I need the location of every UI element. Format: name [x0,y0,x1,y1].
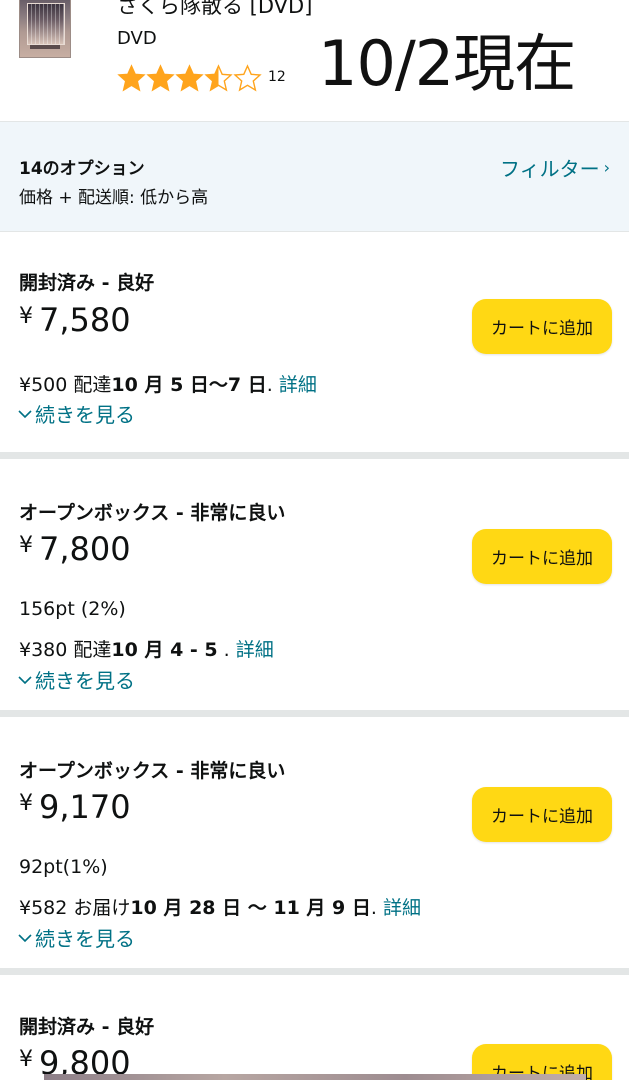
delivery-date: 10 月 28 日 〜 11 月 9 日 [130,897,371,919]
overlay-date-annotation: 10/2現在 [318,27,576,100]
see-more-label: 続きを見る [35,927,135,951]
chevron-down-icon [18,409,32,418]
delivery-info: ¥380 配達10 月 4 - 5 . 詳細 [19,635,274,662]
rating-count[interactable]: 12 [268,69,286,85]
star-full-icon [117,64,146,92]
bottom-image-strip [44,1074,586,1080]
offer-card: オープンボックス - 非常に良い ¥9,170 カートに追加 92pt(1%) … [0,717,629,975]
offer-card: 開封済み - 良好 ¥7,580 カートに追加 ¥500 配達10 月 5 日〜… [0,232,629,459]
see-more-label: 続きを見る [35,403,135,427]
currency-symbol: ¥ [19,304,33,329]
chevron-down-icon [18,675,32,684]
offer-condition: オープンボックス - 非常に良い [19,760,286,782]
delivery-fee: ¥500 配達 [19,374,112,396]
offer-condition: 開封済み - 良好 [19,272,155,294]
star-half-icon [204,64,233,92]
offer-card: 開封済み - 良好 ¥9,800 カートに追加 [0,975,629,1080]
star-empty-icon [233,64,262,92]
product-thumbnail[interactable] [19,0,71,58]
product-format: DVD [117,28,157,49]
offer-listing-page: さくら隊散る [DVD] DVD 12 10/2現在 14のオプション 価格 +… [0,0,629,1080]
currency-symbol: ¥ [19,533,33,558]
star-full-icon [146,64,175,92]
sort-order-label: 価格 + 配送順: 低から高 [19,188,209,208]
offer-price: ¥7,800 [19,530,131,568]
delivery-date: 10 月 4 - 5 [111,639,218,661]
delivery-info: ¥500 配達10 月 5 日〜7 日. 詳細 [19,370,317,397]
price-value: 7,580 [39,301,131,339]
options-bar: 14のオプション 価格 + 配送順: 低から高 フィルター › [0,122,629,232]
offer-condition: 開封済み - 良好 [19,1016,155,1038]
delivery-separator: . [217,639,236,661]
offer-price: ¥7,580 [19,301,131,339]
add-to-cart-button[interactable]: カートに追加 [472,529,612,584]
see-more-link[interactable]: 続きを見る [17,399,135,428]
details-link[interactable]: 詳細 [236,639,274,661]
delivery-date: 10 月 5 日〜7 日 [111,374,267,396]
offer-price: ¥9,170 [19,788,131,826]
product-header: さくら隊散る [DVD] DVD 12 10/2現在 [0,0,629,122]
offer-condition: オープンボックス - 非常に良い [19,502,286,524]
price-value: 9,170 [39,788,131,826]
currency-symbol: ¥ [19,1047,33,1072]
delivery-info: ¥582 お届け10 月 28 日 〜 11 月 9 日. 詳細 [19,893,421,920]
details-link[interactable]: 詳細 [279,374,317,396]
add-to-cart-button[interactable]: カートに追加 [472,787,612,842]
filter-link[interactable]: フィルター › [500,153,610,182]
rating-stars[interactable] [117,64,262,92]
delivery-fee: ¥582 お届け [19,897,131,919]
reward-points: 92pt(1%) [19,856,108,878]
filter-label: フィルター [499,157,600,181]
product-title[interactable]: さくら隊散る [DVD] [117,0,312,20]
star-full-icon [175,64,204,92]
delivery-separator: . [370,897,383,919]
see-more-link[interactable]: 続きを見る [17,665,135,694]
offer-card: オープンボックス - 非常に良い ¥7,800 カートに追加 156pt (2%… [0,459,629,717]
details-link[interactable]: 詳細 [383,897,421,919]
chevron-down-icon [18,933,32,942]
see-more-link[interactable]: 続きを見る [17,923,135,952]
currency-symbol: ¥ [19,791,33,816]
add-to-cart-button[interactable]: カートに追加 [472,299,612,354]
price-value: 7,800 [39,530,131,568]
reward-points: 156pt (2%) [19,598,126,620]
delivery-separator: . [266,374,279,396]
options-count: 14のオプション [19,159,145,179]
delivery-fee: ¥380 配達 [19,639,112,661]
chevron-right-icon: › [603,158,610,177]
see-more-label: 続きを見る [35,669,135,693]
